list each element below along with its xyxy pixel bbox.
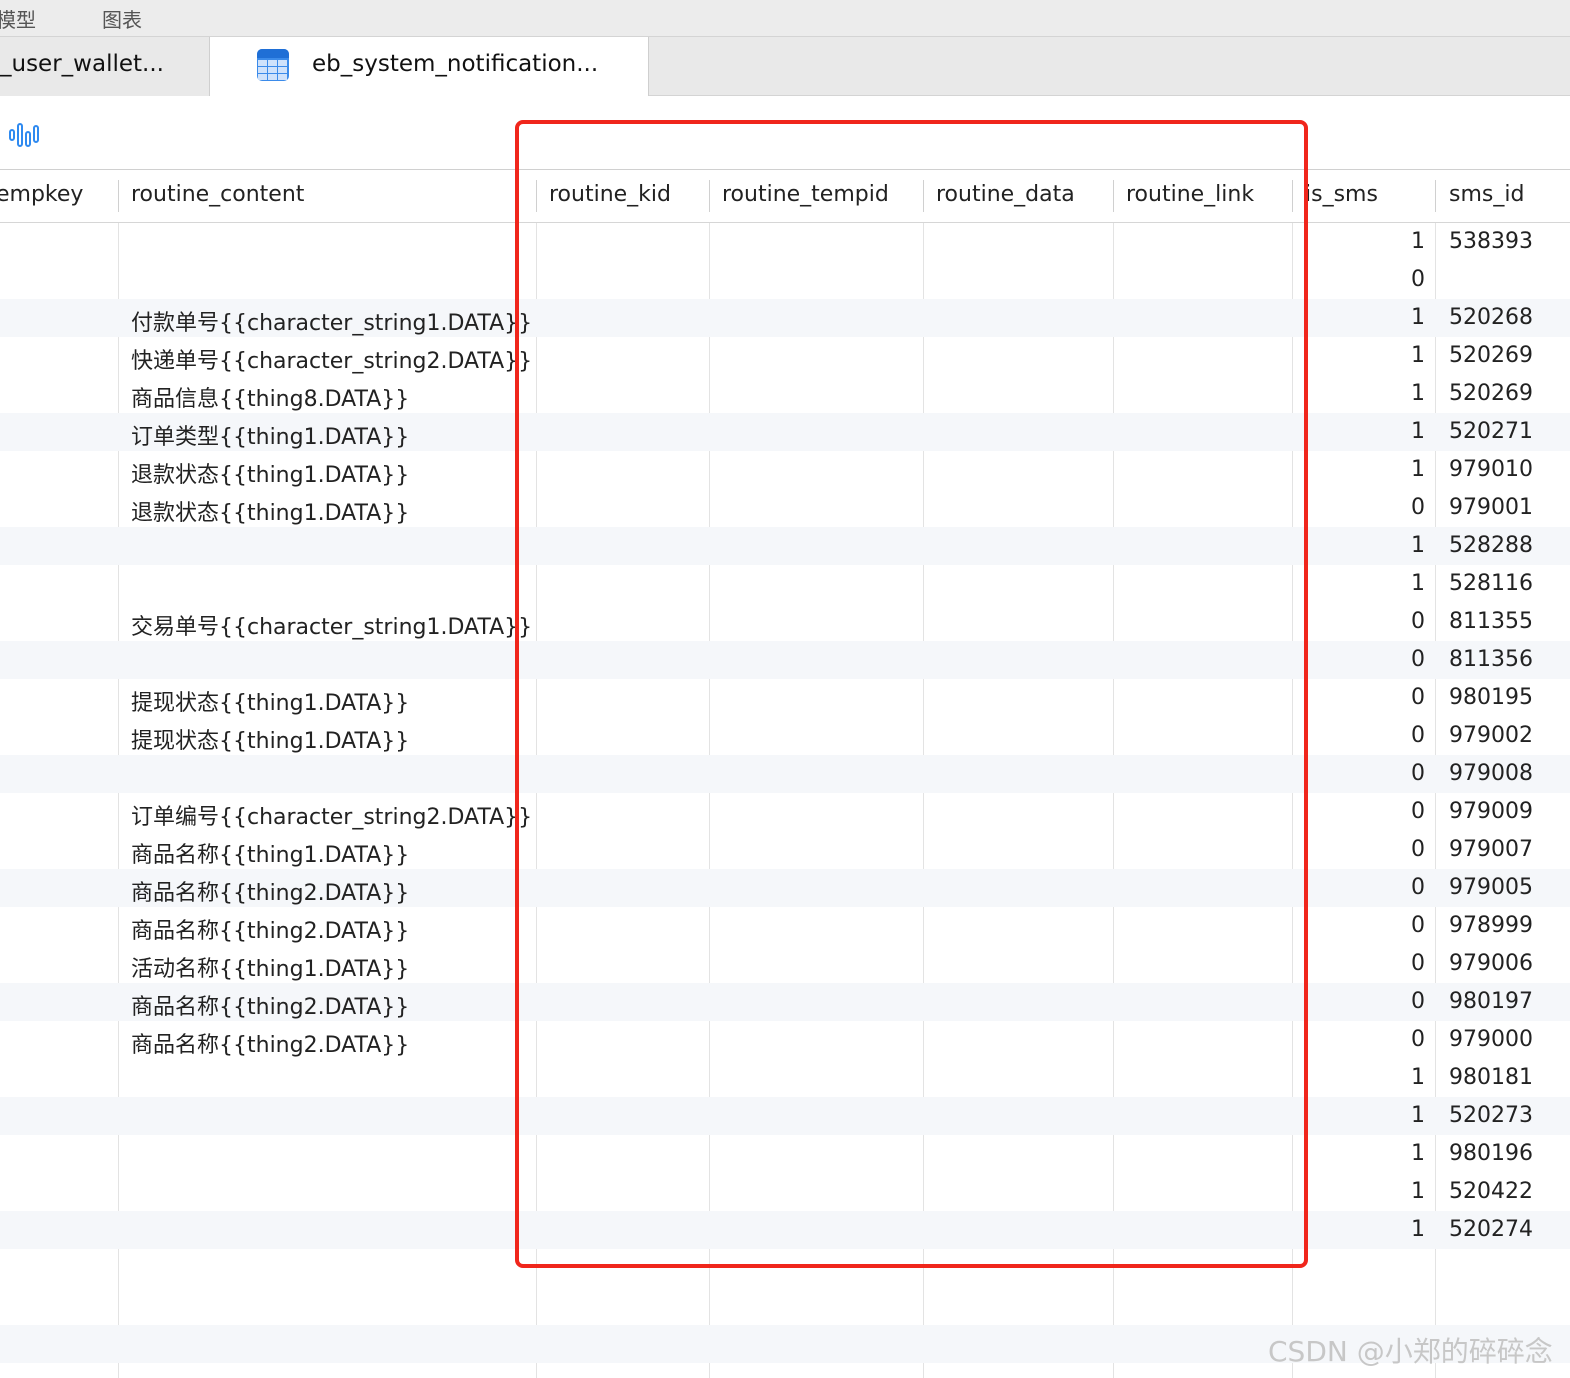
cell-sms-id[interactable]: 538393: [1449, 229, 1533, 254]
cell-is-sms[interactable]: 0: [1300, 875, 1425, 900]
cell-is-sms[interactable]: 0: [1300, 267, 1425, 292]
cell-is-sms[interactable]: 1: [1300, 571, 1425, 596]
cell-sms-id[interactable]: 978999: [1449, 913, 1533, 938]
cell-sms-id[interactable]: 980195: [1449, 685, 1533, 710]
cell-is-sms[interactable]: 0: [1300, 837, 1425, 862]
cell-sms-id[interactable]: 520273: [1449, 1103, 1533, 1128]
waveform-chart-icon[interactable]: [8, 120, 42, 154]
highlight-box: [515, 120, 1308, 1268]
cell-is-sms[interactable]: 1: [1300, 457, 1425, 482]
tab-label: _user_wallet...: [0, 51, 164, 77]
cell-routine-content[interactable]: 活动名称{{thing1.DATA}}: [131, 951, 409, 983]
cell-is-sms[interactable]: 1: [1300, 1065, 1425, 1090]
cell-is-sms[interactable]: 1: [1300, 533, 1425, 558]
tab-eb-system-notification[interactable]: eb_system_notification...: [210, 37, 649, 96]
menu-model[interactable]: 模型: [0, 4, 36, 33]
cell-routine-content[interactable]: 商品名称{{thing2.DATA}}: [131, 913, 409, 945]
cell-sms-id[interactable]: 811356: [1449, 647, 1533, 672]
col-tempkey[interactable]: empkey: [0, 182, 83, 207]
cell-sms-id[interactable]: 528288: [1449, 533, 1533, 558]
cell-routine-content[interactable]: 退款状态{{thing1.DATA}}: [131, 457, 409, 489]
col-sms-id[interactable]: sms_id: [1449, 182, 1524, 207]
cell-routine-content[interactable]: 退款状态{{thing1.DATA}}: [131, 495, 409, 527]
cell-is-sms[interactable]: 0: [1300, 989, 1425, 1014]
tab-label: eb_system_notification...: [312, 51, 599, 77]
cell-sms-id[interactable]: 979007: [1449, 837, 1533, 862]
cell-sms-id[interactable]: 520274: [1449, 1217, 1533, 1242]
col-is-sms[interactable]: is_sms: [1305, 182, 1378, 207]
cell-is-sms[interactable]: 1: [1300, 1217, 1425, 1242]
cell-sms-id[interactable]: 980197: [1449, 989, 1533, 1014]
menu-chart[interactable]: 图表: [102, 4, 142, 33]
cell-routine-content[interactable]: 商品名称{{thing2.DATA}}: [131, 1027, 409, 1059]
cell-is-sms[interactable]: 0: [1300, 685, 1425, 710]
cell-sms-id[interactable]: 980196: [1449, 1141, 1533, 1166]
cell-is-sms[interactable]: 1: [1300, 229, 1425, 254]
cell-is-sms[interactable]: 0: [1300, 761, 1425, 786]
cell-sms-id[interactable]: 979000: [1449, 1027, 1533, 1052]
cell-routine-content[interactable]: 商品名称{{thing1.DATA}}: [131, 837, 409, 869]
cell-routine-content[interactable]: 提现状态{{thing1.DATA}}: [131, 685, 409, 717]
cell-routine-content[interactable]: 订单编号{{character_string2.DATA}}: [131, 799, 532, 831]
cell-routine-content[interactable]: 快递单号{{character_string2.DATA}}: [131, 343, 532, 375]
tab-user-wallet[interactable]: _user_wallet...: [0, 37, 210, 96]
menu-bar: 模型 图表: [0, 0, 1570, 37]
col-routine-content[interactable]: routine_content: [131, 182, 304, 207]
cell-sms-id[interactable]: 520269: [1449, 381, 1533, 406]
cell-is-sms[interactable]: 1: [1300, 419, 1425, 444]
cell-is-sms[interactable]: 0: [1300, 647, 1425, 672]
cell-sms-id[interactable]: 520271: [1449, 419, 1533, 444]
cell-routine-content[interactable]: 交易单号{{character_string1.DATA}}: [131, 609, 532, 641]
cell-routine-content[interactable]: 提现状态{{thing1.DATA}}: [131, 723, 409, 755]
cell-routine-content[interactable]: 付款单号{{character_string1.DATA}}: [131, 305, 532, 337]
cell-is-sms[interactable]: 0: [1300, 495, 1425, 520]
cell-is-sms[interactable]: 1: [1300, 1103, 1425, 1128]
table-row[interactable]: [0, 1287, 1570, 1325]
tab-bar: _user_wallet... eb_system_notification..…: [0, 37, 1570, 96]
cell-sms-id[interactable]: 979006: [1449, 951, 1533, 976]
cell-sms-id[interactable]: 811355: [1449, 609, 1533, 634]
cell-is-sms[interactable]: 0: [1300, 913, 1425, 938]
cell-sms-id[interactable]: 979010: [1449, 457, 1533, 482]
cell-is-sms[interactable]: 0: [1300, 609, 1425, 634]
cell-sms-id[interactable]: 979005: [1449, 875, 1533, 900]
table-icon: [257, 49, 289, 81]
cell-sms-id[interactable]: 979009: [1449, 799, 1533, 824]
cell-is-sms[interactable]: 1: [1300, 1179, 1425, 1204]
cell-sms-id[interactable]: 979008: [1449, 761, 1533, 786]
cell-routine-content[interactable]: 订单类型{{thing1.DATA}}: [131, 419, 409, 451]
watermark: CSDN @小郑的碎碎念: [1268, 1335, 1553, 1368]
cell-sms-id[interactable]: 979001: [1449, 495, 1533, 520]
cell-routine-content[interactable]: 商品名称{{thing2.DATA}}: [131, 875, 409, 907]
cell-is-sms[interactable]: 0: [1300, 1027, 1425, 1052]
cell-sms-id[interactable]: 520268: [1449, 305, 1533, 330]
cell-sms-id[interactable]: 980181: [1449, 1065, 1533, 1090]
cell-is-sms[interactable]: 1: [1300, 343, 1425, 368]
cell-routine-content[interactable]: 商品名称{{thing2.DATA}}: [131, 989, 409, 1021]
cell-sms-id[interactable]: 528116: [1449, 571, 1533, 596]
cell-sms-id[interactable]: 520269: [1449, 343, 1533, 368]
cell-is-sms[interactable]: 0: [1300, 951, 1425, 976]
cell-is-sms[interactable]: 0: [1300, 723, 1425, 748]
cell-is-sms[interactable]: 1: [1300, 305, 1425, 330]
cell-routine-content[interactable]: 商品信息{{thing8.DATA}}: [131, 381, 409, 413]
cell-sms-id[interactable]: 520422: [1449, 1179, 1533, 1204]
cell-is-sms[interactable]: 0: [1300, 799, 1425, 824]
cell-is-sms[interactable]: 1: [1300, 381, 1425, 406]
cell-is-sms[interactable]: 1: [1300, 1141, 1425, 1166]
cell-sms-id[interactable]: 979002: [1449, 723, 1533, 748]
